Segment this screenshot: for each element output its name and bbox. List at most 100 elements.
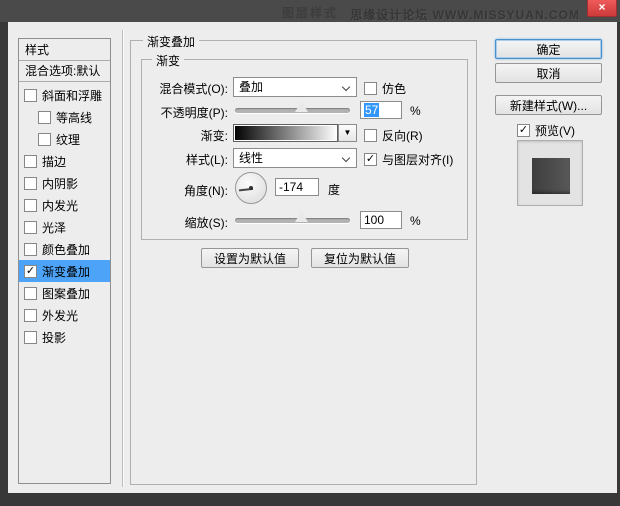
pattern-overlay-checkbox[interactable] — [24, 287, 37, 300]
reset-default-button[interactable]: 复位为默认值 — [311, 248, 409, 268]
close-icon: × — [598, 0, 605, 14]
sidebar-item-label: 内阴影 — [42, 175, 78, 192]
dither-checkbox[interactable] — [364, 82, 377, 95]
opacity-label: 不透明度(P): — [142, 104, 228, 121]
color-overlay-checkbox[interactable] — [24, 243, 37, 256]
sidebar-item-outer-glow[interactable]: 外发光 — [19, 304, 110, 326]
sidebar-item-label: 外发光 — [42, 307, 78, 324]
check-mark: ✓ — [519, 125, 528, 136]
preview-checkbox[interactable]: ✓ — [517, 124, 530, 137]
inner-glow-checkbox[interactable] — [24, 199, 37, 212]
angle-input[interactable]: -174 — [275, 178, 319, 196]
sidebar-item-label: 颜色叠加 — [42, 241, 90, 258]
scale-label: 缩放(S): — [142, 214, 228, 231]
stroke-checkbox[interactable] — [24, 155, 37, 168]
styles-header: 样式 — [19, 39, 110, 61]
opacity-unit: % — [410, 104, 421, 118]
scale-input[interactable]: 100 — [360, 211, 402, 229]
sidebar-item-label: 等高线 — [56, 109, 92, 126]
angle-dial-center — [249, 186, 253, 190]
new-style-button[interactable]: 新建样式(W)... — [495, 95, 602, 115]
opacity-value: 57 — [364, 103, 379, 117]
sidebar-item-color-overlay[interactable]: 颜色叠加 — [19, 238, 110, 260]
angle-value: -174 — [279, 180, 303, 194]
angle-unit: 度 — [328, 181, 340, 198]
gradient-picker-button[interactable]: ▼ — [338, 124, 357, 142]
texture-checkbox[interactable] — [38, 133, 51, 146]
cancel-button[interactable]: 取消 — [495, 63, 602, 83]
scale-value: 100 — [364, 213, 384, 227]
gradient-swatch[interactable] — [233, 124, 338, 142]
angle-label: 角度(N): — [142, 182, 228, 199]
preview-checkbox-row[interactable]: ✓ 预览(V) — [517, 122, 575, 139]
gradient-overlay-group: 渐变叠加 渐变 混合模式(O): 叠加 仿色 不透明度(P): 57 % — [130, 40, 477, 485]
sidebar-item-label: 投影 — [42, 329, 66, 346]
align-with-layer-checkbox[interactable]: ✓ — [364, 153, 377, 166]
sidebar-item-label: 内发光 — [42, 197, 78, 214]
reverse-checkbox-row[interactable]: 反向(R) — [364, 127, 423, 144]
preview-label: 预览(V) — [535, 122, 575, 139]
sidebar-item-gradient-overlay[interactable]: ✓ 渐变叠加 — [19, 260, 110, 282]
dither-checkbox-row[interactable]: 仿色 — [364, 80, 406, 97]
opacity-input[interactable]: 57 — [360, 101, 402, 119]
align-checkbox-row[interactable]: ✓ 与图层对齐(I) — [364, 151, 453, 168]
gradient-label: 渐变: — [142, 127, 228, 144]
sidebar-item-inner-glow[interactable]: 内发光 — [19, 194, 110, 216]
triangle-down-icon: ▼ — [344, 128, 352, 137]
sidebar-item-label: 渐变叠加 — [42, 263, 90, 280]
sidebar-item-pattern-overlay[interactable]: 图案叠加 — [19, 282, 110, 304]
scale-slider[interactable] — [235, 218, 350, 223]
group-title: 渐变叠加 — [143, 33, 199, 50]
preview-thumbnail — [517, 140, 583, 206]
gradient-overlay-checkbox[interactable]: ✓ — [24, 265, 37, 278]
sidebar-item-drop-shadow[interactable]: 投影 — [19, 326, 110, 348]
title-bar[interactable]: 图层样式 思缘设计论坛 WWW.MISSYUAN.COM × — [0, 0, 620, 22]
panel-divider — [122, 30, 123, 487]
scale-unit: % — [410, 214, 421, 228]
scale-slider-thumb[interactable] — [295, 211, 308, 222]
sidebar-item-label: 描边 — [42, 153, 66, 170]
sidebar-item-texture[interactable]: 纹理 — [19, 128, 110, 150]
angle-dial[interactable] — [235, 172, 267, 204]
style-label: 样式(L): — [142, 151, 228, 168]
watermark-text: 思缘设计论坛 WWW.MISSYUAN.COM — [350, 6, 580, 23]
contour-checkbox[interactable] — [38, 111, 51, 124]
reverse-checkbox[interactable] — [364, 129, 377, 142]
style-select[interactable]: 线性 — [233, 148, 357, 168]
blend-mode-select[interactable]: 叠加 — [233, 77, 357, 97]
reverse-label: 反向(R) — [382, 127, 423, 144]
opacity-slider[interactable] — [235, 108, 350, 113]
blend-mode-label: 混合模式(O): — [142, 80, 228, 97]
check-mark: ✓ — [26, 266, 35, 277]
ok-button[interactable]: 确定 — [495, 39, 602, 59]
subgroup-title: 渐变 — [152, 52, 184, 69]
style-value: 线性 — [239, 151, 263, 165]
sidebar-item-label: 光泽 — [42, 219, 66, 236]
opacity-slider-thumb[interactable] — [295, 101, 308, 112]
sidebar-item-blending-options[interactable]: 混合选项:默认 — [19, 61, 110, 82]
styles-items: 斜面和浮雕 等高线 纹理 描边 内阴影 内发光 — [19, 82, 110, 348]
gradient-subgroup: 渐变 混合模式(O): 叠加 仿色 不透明度(P): 57 % 渐变: — [141, 59, 468, 240]
chevron-down-icon — [342, 154, 350, 162]
sidebar-item-contour[interactable]: 等高线 — [19, 106, 110, 128]
sidebar-item-satin[interactable]: 光泽 — [19, 216, 110, 238]
sidebar-item-label: 图案叠加 — [42, 285, 90, 302]
blend-mode-value: 叠加 — [239, 80, 263, 94]
sidebar-item-label: 纹理 — [56, 131, 80, 148]
preview-gradient-swatch — [532, 158, 570, 194]
bevel-and-emboss-checkbox[interactable] — [24, 89, 37, 102]
sidebar-item-inner-shadow[interactable]: 内阴影 — [19, 172, 110, 194]
sidebar-item-bevel-and-emboss[interactable]: 斜面和浮雕 — [19, 84, 110, 106]
layer-style-dialog: 样式 混合选项:默认 斜面和浮雕 等高线 纹理 描边 内阴影 — [8, 22, 617, 493]
check-mark: ✓ — [366, 154, 375, 165]
outer-glow-checkbox[interactable] — [24, 309, 37, 322]
sidebar-item-stroke[interactable]: 描边 — [19, 150, 110, 172]
chevron-down-icon — [342, 83, 350, 91]
drop-shadow-checkbox[interactable] — [24, 331, 37, 344]
sidebar-item-label: 斜面和浮雕 — [42, 87, 102, 104]
satin-checkbox[interactable] — [24, 221, 37, 234]
close-button[interactable]: × — [587, 0, 617, 17]
styles-list: 样式 混合选项:默认 斜面和浮雕 等高线 纹理 描边 内阴影 — [18, 38, 111, 484]
set-default-button[interactable]: 设置为默认值 — [201, 248, 299, 268]
inner-shadow-checkbox[interactable] — [24, 177, 37, 190]
